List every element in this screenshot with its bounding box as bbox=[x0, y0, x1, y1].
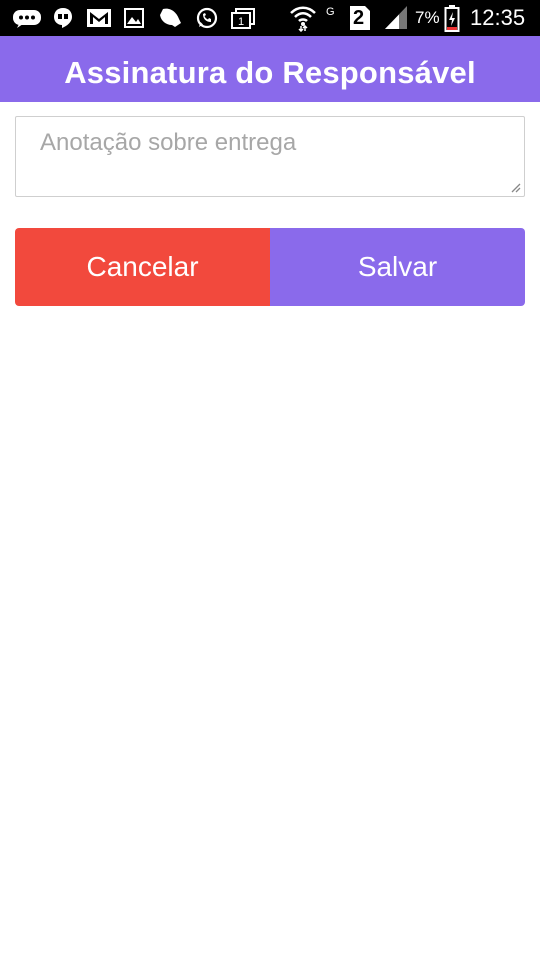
network-type-text: G bbox=[326, 6, 335, 18]
gallery-icon bbox=[124, 8, 144, 28]
whatsapp-icon bbox=[196, 7, 218, 29]
page-title: Assinatura do Responsável bbox=[64, 55, 476, 90]
clock-text: 12:35 bbox=[470, 5, 526, 30]
sim-slot-label: 2 bbox=[353, 7, 365, 29]
hangouts-icon bbox=[54, 8, 72, 28]
messenger-icon bbox=[13, 10, 41, 28]
battery-icon bbox=[444, 5, 460, 32]
delivery-note-field[interactable] bbox=[15, 116, 525, 197]
battery-percent-text: 7% bbox=[415, 8, 440, 27]
wifi-icon bbox=[290, 6, 316, 32]
status-bar: 1 G 2 7% 12:35 bbox=[0, 0, 540, 36]
gmail-icon bbox=[87, 9, 111, 27]
save-button[interactable]: Salvar bbox=[270, 228, 525, 306]
cancel-button[interactable]: Cancelar bbox=[15, 228, 270, 306]
bell-app-icon bbox=[160, 8, 181, 27]
delivery-note-input[interactable] bbox=[16, 117, 524, 196]
resize-grip-icon[interactable] bbox=[509, 181, 521, 193]
calendar-day-text: 1 bbox=[238, 16, 245, 28]
signal-icon bbox=[385, 6, 407, 29]
app-header: Assinatura do Responsável bbox=[0, 36, 540, 102]
